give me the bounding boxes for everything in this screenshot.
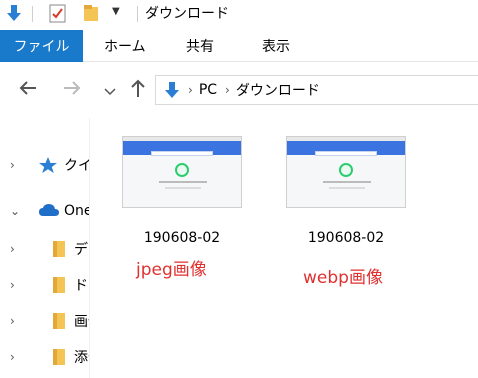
folder-icon xyxy=(52,240,66,262)
recent-locations-chevron-icon[interactable] xyxy=(104,82,116,101)
breadcrumb-chevron-icon[interactable]: › xyxy=(188,83,193,97)
download-location-icon xyxy=(164,81,180,99)
nav-item-label: クイックアクセス xyxy=(64,158,90,174)
folder-icon xyxy=(52,276,66,298)
file-name: 190608-02 xyxy=(307,230,385,246)
file-thumbnail xyxy=(122,136,242,208)
file-item-jpeg[interactable]: 190608-02 xyxy=(116,128,248,246)
file-list: 190608-02 190608-02 jpeg画像 webp画像 xyxy=(90,118,478,378)
nav-item-pictures[interactable]: › 画像 xyxy=(0,306,90,336)
properties-check-icon[interactable] xyxy=(49,3,67,27)
expand-chevron-icon[interactable]: › xyxy=(10,350,15,364)
file-name: 190608-02 xyxy=(143,230,221,246)
annotation-jpeg: jpeg画像 xyxy=(136,260,207,280)
back-button[interactable] xyxy=(18,80,38,100)
breadcrumb-chevron-icon[interactable]: › xyxy=(225,83,230,97)
navigation-bar: › PC › ダウンロード xyxy=(0,62,478,118)
nav-item-desktop[interactable]: › デスクトップ xyxy=(0,234,90,264)
nav-item-label: 画像 xyxy=(74,314,90,330)
tab-file[interactable]: ファイル xyxy=(0,30,83,62)
folder-icon xyxy=(52,348,66,370)
title-bar: ▼ ダウンロード xyxy=(0,0,478,30)
nav-item-label: デスクトップ xyxy=(74,242,90,258)
expand-chevron-icon[interactable]: › xyxy=(10,278,15,292)
quick-access-down-arrow-icon[interactable] xyxy=(6,4,22,26)
expand-chevron-icon[interactable]: › xyxy=(10,158,15,172)
star-icon xyxy=(38,156,58,178)
tab-home[interactable]: ホーム xyxy=(104,30,146,62)
cloud-icon xyxy=(38,202,60,222)
folder-icon xyxy=(52,312,66,334)
nav-item-attachments[interactable]: › 添付ファイル xyxy=(0,342,90,372)
file-item-webp[interactable]: 190608-02 xyxy=(280,128,412,246)
toolbar-separator xyxy=(32,6,33,22)
nav-item-documents[interactable]: › ドキュメント xyxy=(0,270,90,300)
nav-item-onedrive[interactable]: ⌄ OneDrive xyxy=(0,196,90,226)
toolbar-separator xyxy=(137,6,138,22)
tab-share[interactable]: 共有 xyxy=(186,30,214,62)
address-bar[interactable]: › PC › ダウンロード xyxy=(155,75,478,105)
up-button[interactable] xyxy=(130,78,146,102)
annotation-webp: webp画像 xyxy=(303,268,383,288)
tab-view[interactable]: 表示 xyxy=(262,30,290,62)
breadcrumb-pc[interactable]: PC xyxy=(199,82,217,98)
file-thumbnail xyxy=(286,136,406,208)
nav-item-label: OneDrive xyxy=(64,203,90,219)
nav-item-label: 添付ファイル xyxy=(74,350,90,366)
expand-chevron-icon[interactable]: › xyxy=(10,242,15,256)
nav-item-label: ドキュメント xyxy=(74,278,90,294)
breadcrumb-downloads[interactable]: ダウンロード xyxy=(236,80,320,100)
new-folder-icon[interactable] xyxy=(83,4,99,26)
expand-chevron-icon[interactable]: › xyxy=(10,314,15,328)
nav-item-quick-access[interactable]: › クイックアクセス xyxy=(0,150,90,180)
navigation-pane: › クイックアクセス ⌄ OneDrive › デスクトップ › ドキュメント … xyxy=(0,118,90,378)
collapse-chevron-icon[interactable]: ⌄ xyxy=(10,204,20,218)
ribbon-tabs: ファイル ホーム 共有 表示 xyxy=(0,30,478,62)
window-title: ダウンロード xyxy=(145,6,229,22)
forward-button[interactable] xyxy=(62,80,82,100)
customize-toolbar-dropdown-icon[interactable]: ▼ xyxy=(112,6,120,17)
